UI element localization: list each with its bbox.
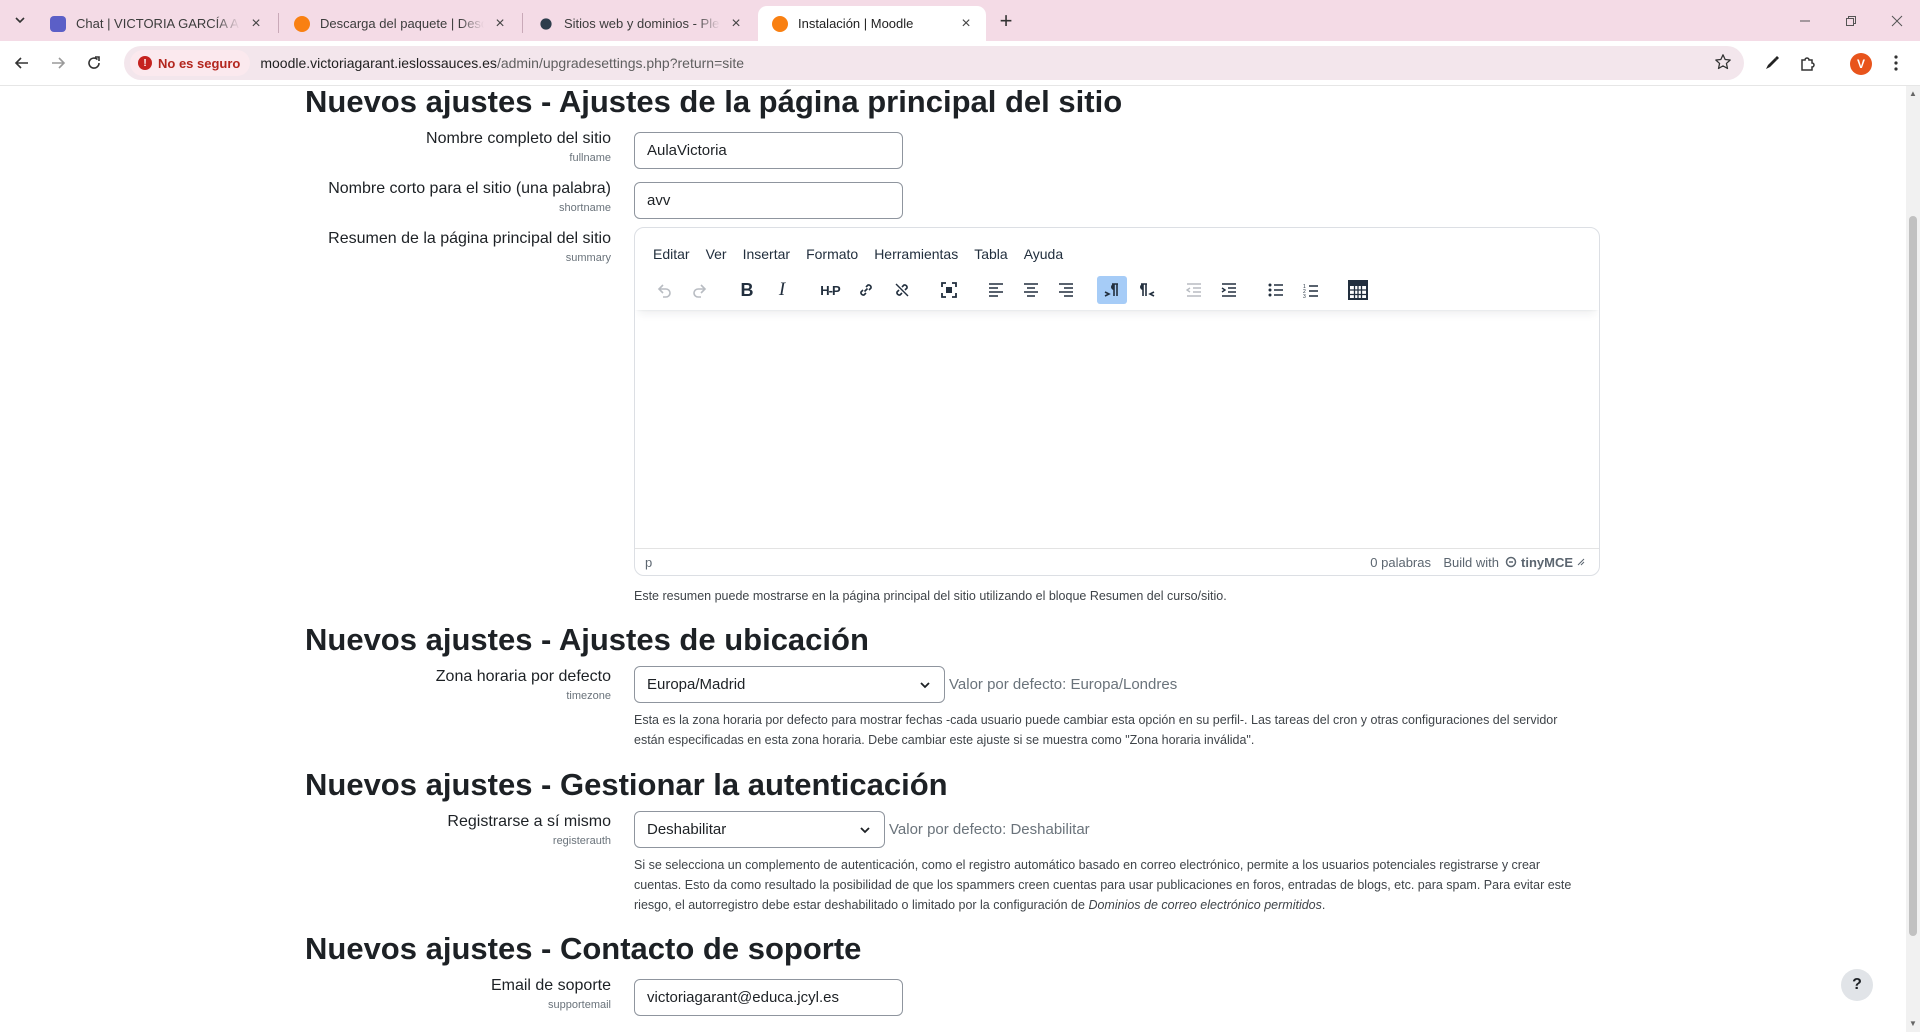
- section-heading-authentication: Nuevos ajustes - Gestionar la autenticac…: [305, 767, 948, 802]
- summary-description: Este resumen puede mostrarse en la págin…: [634, 589, 1227, 603]
- url-text[interactable]: moodle.victoriagarant.ieslossauces.es/ad…: [260, 55, 744, 71]
- tab-teams-chat[interactable]: Chat | VICTORIA GARCÍA ANTÓ ×: [36, 6, 276, 41]
- profile-avatar[interactable]: V: [1850, 53, 1872, 75]
- close-tab-icon[interactable]: ×: [492, 15, 508, 32]
- calculator-icon[interactable]: [1343, 276, 1373, 304]
- restore-icon[interactable]: [1828, 0, 1874, 41]
- kebab-menu-icon[interactable]: [1882, 49, 1910, 77]
- chevron-down-icon: [920, 682, 930, 689]
- menu-tabla[interactable]: Tabla: [966, 242, 1015, 266]
- close-tab-icon[interactable]: ×: [728, 15, 744, 32]
- menu-editar[interactable]: Editar: [645, 242, 698, 266]
- resize-handle-icon[interactable]: [1577, 558, 1585, 566]
- security-indicator[interactable]: ! No es seguro: [130, 50, 251, 76]
- tab-moodle-download[interactable]: Descarga del paquete | Descarg ×: [280, 6, 520, 41]
- fullname-label: Nombre completo del sitio fullname: [426, 130, 611, 164]
- moodle-icon: [294, 15, 310, 32]
- teams-icon: [50, 15, 66, 32]
- tab-separator: [522, 13, 523, 33]
- help-question-button[interactable]: ?: [1841, 969, 1873, 1001]
- plesk-icon: [540, 17, 552, 30]
- close-window-icon[interactable]: [1874, 0, 1920, 41]
- menu-herramientas[interactable]: Herramientas: [866, 242, 966, 266]
- align-right-icon[interactable]: [1051, 276, 1081, 304]
- page-scrollbar[interactable]: ▲ ▼: [1906, 86, 1920, 1032]
- pen-extension-icon[interactable]: [1758, 49, 1786, 77]
- tab-moodle-install[interactable]: Instalación | Moodle ×: [758, 6, 986, 41]
- extensions-puzzle-icon[interactable]: [1794, 49, 1822, 77]
- section-heading-location: Nuevos ajustes - Ajustes de ubicación: [305, 622, 869, 657]
- reload-icon[interactable]: [80, 49, 108, 77]
- editor-toolbar: B I H-P 1 2 3: [635, 270, 1599, 310]
- moodle-settings-page: Nuevos ajustes - Ajustes de la página pr…: [0, 86, 1906, 1032]
- close-tab-icon[interactable]: ×: [958, 15, 974, 32]
- menu-insertar[interactable]: Insertar: [735, 242, 798, 266]
- timezone-label: Zona horaria por defecto timezone: [435, 668, 611, 702]
- scroll-down-arrow-icon[interactable]: ▼: [1909, 1020, 1917, 1028]
- chevron-down-icon: [860, 827, 870, 834]
- italic-icon[interactable]: I: [767, 276, 797, 304]
- registerauth-default: Valor por defecto: Deshabilitar: [889, 821, 1090, 838]
- tab-plesk[interactable]: Sitios web y dominios - Plesk - ×: [524, 6, 756, 41]
- h5p-icon[interactable]: H-P: [815, 276, 845, 304]
- fullname-input[interactable]: AulaVictoria: [634, 132, 903, 169]
- align-left-icon[interactable]: [981, 276, 1011, 304]
- supportemail-input[interactable]: victoriagarant@educa.jcyl.es: [634, 979, 903, 1016]
- redo-icon[interactable]: [685, 276, 715, 304]
- supportemail-label: Email de soporte supportemail: [490, 977, 611, 1011]
- timezone-default: Valor por defecto: Europa/Londres: [949, 676, 1178, 693]
- tinymce-branding[interactable]: Build with tinyMCE: [1443, 555, 1585, 570]
- registerauth-select[interactable]: Deshabilitar: [634, 811, 885, 848]
- back-arrow-icon[interactable]: [8, 49, 36, 77]
- forward-arrow-icon[interactable]: [44, 49, 72, 77]
- menu-ver[interactable]: Ver: [698, 242, 735, 266]
- browser-toolbar: ! No es seguro moodle.victoriagarant.ies…: [0, 41, 1920, 86]
- word-count[interactable]: 0 palabras: [1370, 555, 1431, 570]
- summary-label: Resumen de la página principal del sitio…: [328, 230, 611, 264]
- tab-separator: [278, 13, 279, 33]
- tab-search-chevron-icon[interactable]: [8, 8, 32, 32]
- bookmark-star-icon[interactable]: [1714, 53, 1732, 76]
- close-tab-icon[interactable]: ×: [248, 15, 264, 32]
- moodle-icon: [772, 15, 788, 32]
- unlink-icon[interactable]: [887, 276, 917, 304]
- undo-icon[interactable]: [649, 276, 679, 304]
- section-heading-frontpage: Nuevos ajustes - Ajustes de la página pr…: [305, 86, 1123, 119]
- editor-menubar: Editar Ver Insertar Formato Herramientas…: [645, 242, 1071, 266]
- allowed-email-domains-ref: Dominios de correo electrónico permitido…: [1088, 898, 1322, 912]
- address-bar[interactable]: ! No es seguro moodle.victoriagarant.ies…: [124, 46, 1744, 80]
- align-center-icon[interactable]: [1016, 276, 1046, 304]
- svg-text:3: 3: [1303, 294, 1306, 298]
- rtl-direction-icon[interactable]: [1132, 276, 1162, 304]
- menu-formato[interactable]: Formato: [798, 242, 866, 266]
- timezone-select[interactable]: Europa/Madrid: [634, 666, 945, 703]
- minimize-icon[interactable]: [1782, 0, 1828, 41]
- warning-icon: !: [138, 56, 152, 70]
- registerauth-description: Si se selecciona un complemento de auten…: [634, 858, 1572, 912]
- scroll-up-arrow-icon[interactable]: ▲: [1909, 90, 1917, 98]
- registerauth-label: Registrarse a sí mismo registerauth: [447, 813, 611, 847]
- numbered-list-icon[interactable]: 123: [1296, 276, 1326, 304]
- tinymce-logo-icon: [1505, 556, 1517, 568]
- summary-content-area[interactable]: [635, 310, 1599, 550]
- editor-statusbar: p 0 palabras Build with tinyMCE: [635, 548, 1599, 575]
- timezone-description: Esta es la zona horaria por defecto para…: [634, 713, 1558, 747]
- new-tab-plus-icon[interactable]: +: [993, 8, 1019, 34]
- browser-tab-strip: Chat | VICTORIA GARCÍA ANTÓ × Descarga d…: [0, 0, 1920, 41]
- shortname-label: Nombre corto para el sitio (una palabra)…: [328, 180, 611, 214]
- outdent-icon[interactable]: [1179, 276, 1209, 304]
- scrollbar-thumb[interactable]: [1909, 216, 1917, 936]
- bold-icon[interactable]: B: [732, 276, 762, 304]
- bullet-list-icon[interactable]: [1261, 276, 1291, 304]
- fullscreen-icon[interactable]: [934, 276, 964, 304]
- indent-icon[interactable]: [1214, 276, 1244, 304]
- shortname-input[interactable]: avv: [634, 182, 903, 219]
- link-icon[interactable]: [851, 276, 881, 304]
- menu-ayuda[interactable]: Ayuda: [1016, 242, 1071, 266]
- ltr-direction-icon[interactable]: [1097, 276, 1127, 304]
- element-path[interactable]: p: [645, 555, 652, 570]
- summary-rich-text-editor: Editar Ver Insertar Formato Herramientas…: [634, 227, 1600, 576]
- section-heading-support: Nuevos ajustes - Contacto de soporte: [305, 931, 862, 966]
